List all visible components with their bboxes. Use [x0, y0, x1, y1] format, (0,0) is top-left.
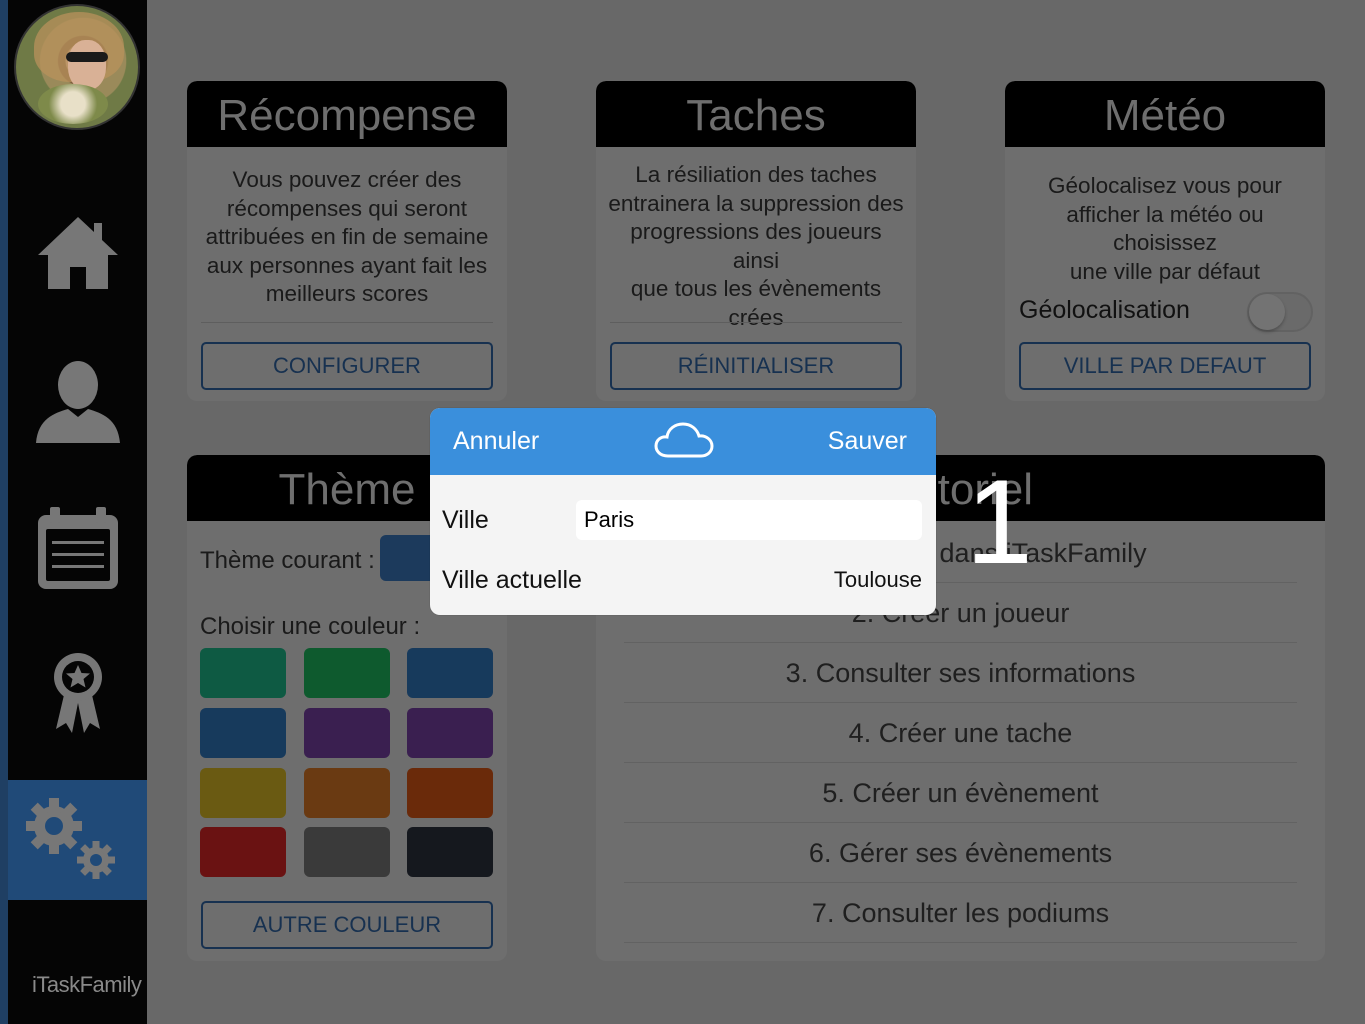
recompense-title: Récompense	[187, 81, 507, 147]
color-swatch[interactable]	[407, 648, 493, 698]
color-swatch[interactable]	[200, 648, 286, 698]
color-swatch[interactable]	[200, 708, 286, 758]
recompense-description: Vous pouvez créer des récompenses qui se…	[205, 167, 489, 306]
sidebar-edge	[0, 0, 8, 1024]
city-picker-modal: Annuler Sauver Ville Ville actuelle Toul…	[430, 408, 936, 615]
tutorial-item[interactable]: 3. Consulter ses informations	[624, 643, 1297, 703]
geolocalisation-toggle[interactable]	[1247, 292, 1313, 332]
geolocalisation-label: Géolocalisation	[1019, 296, 1190, 324]
overlay-step-number: 1	[966, 455, 1033, 589]
configurer-button[interactable]: CONFIGURER	[201, 342, 493, 390]
meteo-title: Météo	[1005, 81, 1325, 147]
ville-row: Ville	[430, 490, 936, 550]
ville-actuelle-value: Toulouse	[833, 567, 922, 592]
ville-actuelle-label: Ville actuelle	[442, 566, 582, 594]
toggle-knob	[1249, 294, 1285, 330]
award-icon	[53, 653, 102, 733]
color-swatch[interactable]	[200, 827, 286, 877]
sidebar-item-settings[interactable]	[8, 780, 147, 900]
meteo-description: Géolocalisez vous pour afficher la météo…	[1048, 173, 1282, 284]
ville-actuelle-row: Ville actuelle Toulouse	[430, 550, 936, 610]
cloud-icon	[654, 422, 714, 458]
calendar-icon	[37, 507, 118, 589]
meteo-card: Météo Géolocalisez vous pour afficher la…	[1005, 81, 1325, 401]
sidebar-item-home[interactable]	[8, 212, 147, 294]
sidebar-item-calendar[interactable]	[8, 503, 147, 593]
sidebar-item-profile[interactable]	[8, 355, 147, 447]
user-icon	[35, 361, 120, 443]
color-swatch[interactable]	[407, 768, 493, 818]
color-swatch[interactable]	[304, 648, 390, 698]
sidebar-item-awards[interactable]	[8, 650, 147, 736]
choose-color-label: Choisir une couleur :	[200, 613, 421, 640]
color-swatch[interactable]	[304, 768, 390, 818]
ville-label: Ville	[442, 506, 489, 534]
tutorial-item[interactable]: 4. Créer une tache	[624, 703, 1297, 763]
color-swatch[interactable]	[200, 768, 286, 818]
reinitialiser-button[interactable]: RÉINITIALISER	[610, 342, 902, 390]
sidebar: iTaskFamily	[0, 0, 147, 1024]
tutorial-item[interactable]: 7. Consulter les podiums	[624, 883, 1297, 943]
current-theme-label: Thème courant :	[200, 547, 375, 574]
app-brand: iTaskFamily	[32, 972, 142, 997]
taches-description: La résiliation des taches entrainera la …	[608, 162, 904, 330]
taches-card: Taches La résiliation des taches entrain…	[596, 81, 916, 401]
home-icon	[37, 217, 118, 289]
taches-title: Taches	[596, 81, 916, 147]
color-swatch[interactable]	[304, 827, 390, 877]
divider	[201, 322, 493, 323]
divider	[610, 322, 902, 323]
color-swatch[interactable]	[407, 708, 493, 758]
modal-header: Annuler Sauver	[430, 408, 936, 475]
settings-icon	[26, 798, 115, 879]
annuler-button[interactable]: Annuler	[453, 408, 539, 475]
color-swatch[interactable]	[407, 827, 493, 877]
color-swatch[interactable]	[304, 708, 390, 758]
tutorial-item[interactable]: 6. Gérer ses évènements	[624, 823, 1297, 883]
autre-couleur-button[interactable]: AUTRE COULEUR	[201, 901, 493, 949]
sauver-button[interactable]: Sauver	[828, 408, 907, 475]
tutorial-item[interactable]: 5. Créer un évènement	[624, 763, 1297, 823]
ville-par-defaut-button[interactable]: VILLE PAR DEFAUT	[1019, 342, 1311, 390]
ville-input[interactable]	[576, 500, 922, 540]
avatar[interactable]	[14, 4, 140, 130]
recompense-card: Récompense Vous pouvez créer des récompe…	[187, 81, 507, 401]
